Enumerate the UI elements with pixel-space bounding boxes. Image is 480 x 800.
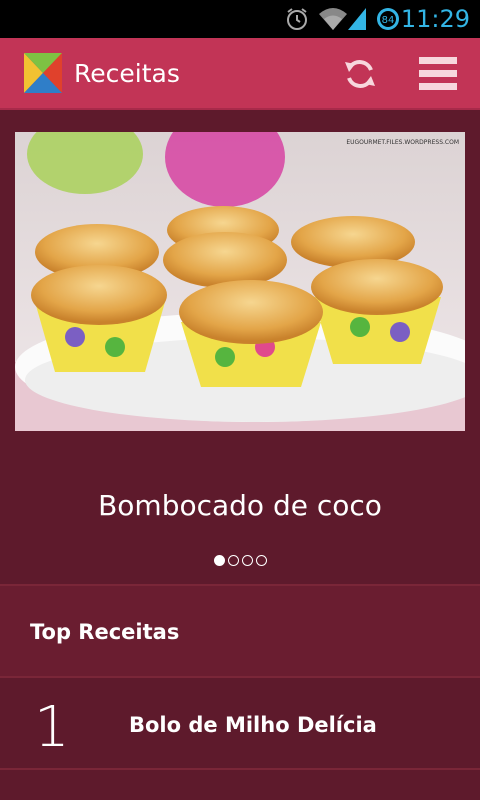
wifi-icon bbox=[319, 8, 347, 30]
refresh-button[interactable] bbox=[336, 52, 384, 96]
app-title: Receitas bbox=[74, 59, 180, 88]
pager-dot[interactable] bbox=[227, 555, 239, 566]
battery-level: 84 bbox=[382, 15, 395, 26]
pager-dot-active[interactable] bbox=[213, 555, 225, 566]
recipe-name: Bolo de Milho Delícia bbox=[129, 713, 377, 737]
app-logo-icon[interactable] bbox=[24, 53, 62, 93]
image-watermark: EUGOURMET.FILES.WORDPRESS.COM bbox=[346, 139, 459, 146]
signal-icon bbox=[348, 8, 366, 30]
featured-carousel[interactable]: EUGOURMET.FILES.WORDPRESS.COM Bombocado … bbox=[0, 110, 480, 584]
alarm-icon bbox=[287, 8, 307, 30]
menu-icon bbox=[419, 57, 457, 90]
menu-button[interactable] bbox=[412, 52, 464, 96]
featured-recipe-title[interactable]: Bombocado de coco bbox=[0, 486, 480, 526]
carousel-pager bbox=[0, 555, 480, 566]
status-bar: 84 11:29 bbox=[0, 0, 480, 38]
top-recipes-header: Top Receitas bbox=[0, 586, 480, 676]
status-time: 11:29 bbox=[400, 5, 470, 33]
featured-recipe-image[interactable]: EUGOURMET.FILES.WORDPRESS.COM bbox=[15, 132, 465, 431]
cupcakes-image: EUGOURMET.FILES.WORDPRESS.COM bbox=[15, 132, 465, 431]
top-recipes-title: Top Receitas bbox=[30, 620, 180, 644]
pager-dot[interactable] bbox=[255, 555, 267, 566]
battery-icon: 84 bbox=[377, 8, 399, 30]
refresh-icon bbox=[345, 60, 375, 88]
list-item[interactable]: 1 Bolo de Milho Delícia bbox=[0, 678, 480, 768]
action-bar: Receitas bbox=[0, 38, 480, 110]
divider bbox=[0, 768, 480, 770]
pager-dot[interactable] bbox=[241, 555, 253, 566]
rank-number: 1 bbox=[34, 695, 70, 760]
